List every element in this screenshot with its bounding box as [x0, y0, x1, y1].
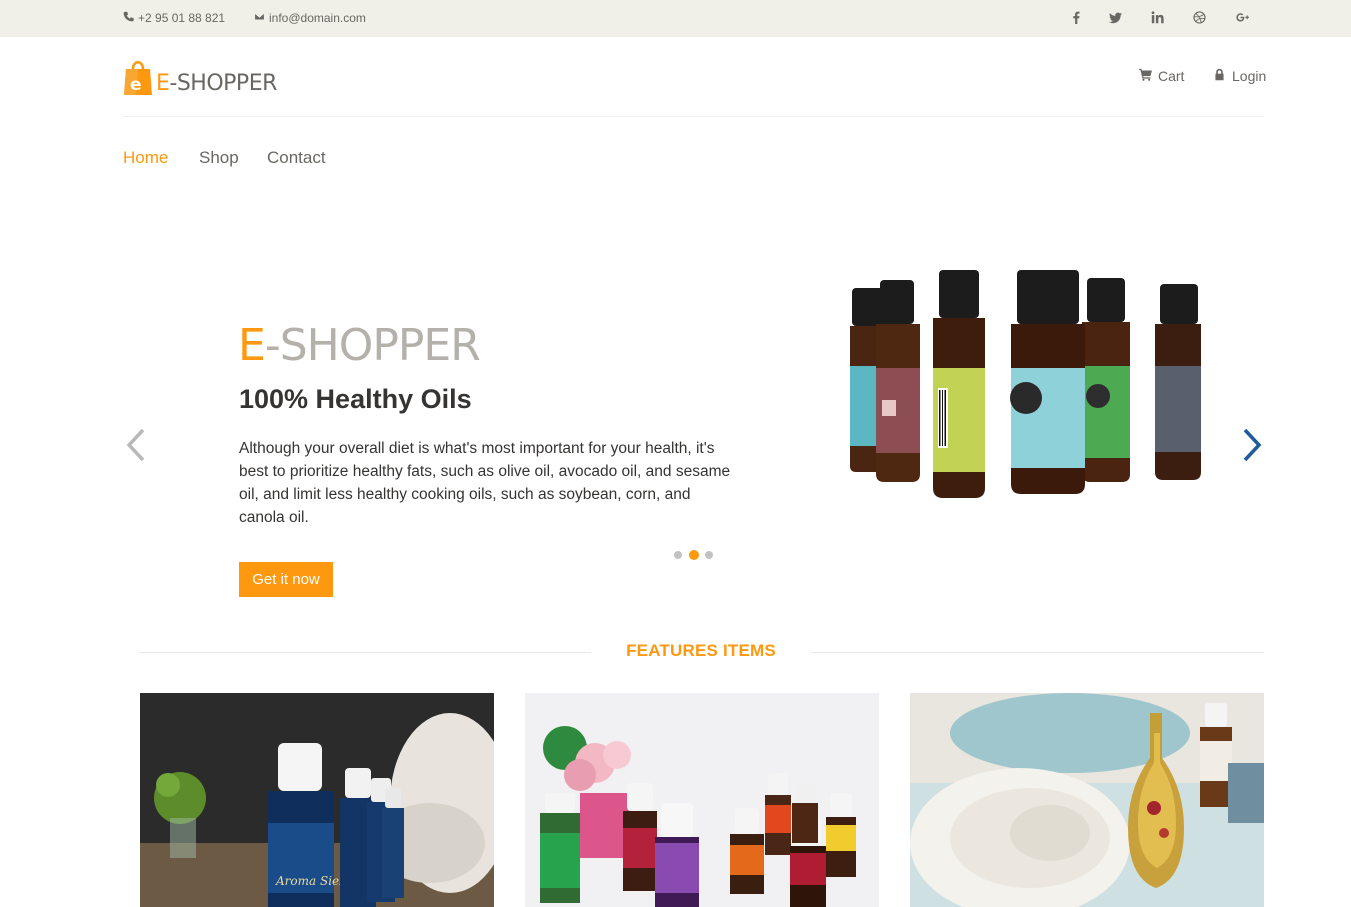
- get-it-now-button[interactable]: Get it now: [239, 562, 333, 597]
- svg-text:Aroma Siez: Aroma Siez: [275, 874, 346, 888]
- google-plus-icon[interactable]: [1233, 9, 1251, 27]
- nav-shop[interactable]: Shop: [199, 148, 239, 168]
- product-card-1[interactable]: Aroma Siez: [140, 693, 494, 907]
- cart-label: Cart: [1158, 68, 1185, 84]
- product-image-aroma-siez: Aroma Siez: [140, 693, 494, 907]
- svg-text:e: e: [130, 75, 142, 95]
- lock-icon: [1213, 68, 1226, 84]
- email-contact[interactable]: info@domain.com: [254, 11, 366, 25]
- features-divider-right: [811, 652, 1264, 653]
- top-bar: +2 95 01 88 821 info@domain.com: [0, 0, 1351, 37]
- slider-next-arrow[interactable]: [1239, 425, 1265, 465]
- header-divider: [123, 116, 1264, 117]
- features-divider-left: [139, 652, 591, 653]
- slider-dot-3[interactable]: [705, 551, 713, 559]
- email-address: info@domain.com: [269, 11, 366, 25]
- cart-link[interactable]: Cart: [1139, 68, 1184, 84]
- login-label: Login: [1232, 68, 1267, 84]
- facebook-icon[interactable]: [1067, 9, 1085, 27]
- nav-home[interactable]: Home: [123, 148, 168, 168]
- chevron-right-icon: [1243, 428, 1262, 462]
- login-link[interactable]: Login: [1213, 68, 1266, 84]
- slide-brand-rest: -SHOPPER: [264, 320, 481, 371]
- slide-brand: E-SHOPPER: [238, 320, 481, 371]
- product-image-young-living: [525, 693, 879, 907]
- features-title: FEATURES ITEMS: [626, 641, 776, 660]
- product-card-3[interactable]: [910, 693, 1264, 907]
- slide-description: Although your overall diet is what's mos…: [239, 440, 731, 526]
- shopping-cart-icon: [1139, 68, 1152, 84]
- dribbble-icon[interactable]: [1190, 9, 1208, 27]
- twitter-icon[interactable]: [1106, 9, 1124, 27]
- envelope-icon: [254, 11, 265, 25]
- linkedin-icon[interactable]: [1148, 9, 1166, 27]
- oil-bottles-image: [850, 270, 1201, 498]
- slide-title: 100% Healthy Oils: [239, 384, 472, 414]
- slider-prev-arrow[interactable]: [123, 425, 149, 465]
- product-card-2[interactable]: [525, 693, 879, 907]
- phone-number: +2 95 01 88 821: [138, 11, 226, 25]
- slider-dot-2[interactable]: [689, 550, 699, 560]
- phone-contact[interactable]: +2 95 01 88 821: [123, 11, 225, 25]
- slider-dot-1[interactable]: [674, 551, 682, 559]
- slide-brand-e: E: [238, 320, 266, 371]
- nav-contact[interactable]: Contact: [267, 148, 326, 168]
- shopping-bag-logo-icon: e: [124, 61, 152, 95]
- logo-e: E: [156, 71, 170, 96]
- logo[interactable]: e E-SHOPPER: [123, 57, 277, 97]
- chevron-left-icon: [126, 428, 145, 462]
- logo-rest: -SHOPPER: [169, 71, 277, 96]
- product-image-spa-towels: [910, 693, 1264, 907]
- logo-text: E-SHOPPER: [156, 71, 277, 96]
- phone-icon: [123, 11, 134, 25]
